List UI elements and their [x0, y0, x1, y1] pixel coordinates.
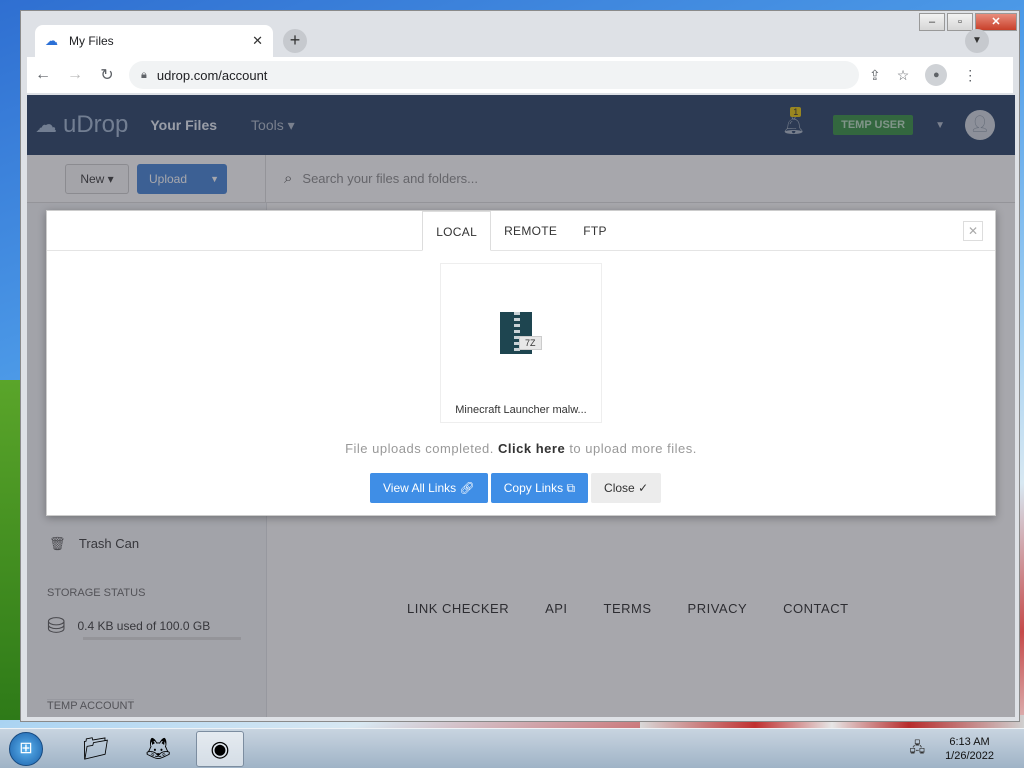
- start-button[interactable]: ⊞: [6, 729, 46, 768]
- windows-logo-icon: ⊞: [9, 731, 43, 766]
- url-text: udrop.com/account: [156, 67, 268, 83]
- browser-window: – ▫ ✕ ☁ My Files ✕ + ▼ ← → ↻ 🔒︎ udrop.co…: [20, 10, 1020, 722]
- tab-remote[interactable]: REMOTE: [491, 211, 570, 250]
- upload-more-suffix: to upload more files.: [569, 441, 697, 456]
- network-icon[interactable]: 🖧︎: [909, 737, 925, 761]
- system-tray: 🖧︎ 6:13 AM 1/26/2022: [909, 735, 994, 763]
- address-bar[interactable]: 🔒︎ udrop.com/account: [129, 61, 859, 89]
- modal-tabs: LOCAL REMOTE FTP: [47, 211, 995, 251]
- upload-more-link[interactable]: Click here: [498, 441, 565, 456]
- tab-search-button[interactable]: ▼: [965, 29, 989, 53]
- file-name: Minecraft Launcher malw...: [455, 404, 587, 416]
- checkmark-icon: ✓: [638, 481, 649, 495]
- upload-status-message: File uploads completed. Click here to up…: [47, 441, 995, 456]
- close-button-label: Close: [604, 481, 635, 495]
- bookmark-star-icon[interactable]: ☆: [897, 67, 910, 84]
- view-all-links-button[interactable]: View All Links 🔗︎: [370, 473, 488, 503]
- browser-toolbar: ← → ↻ 🔒︎ udrop.com/account ⇪ ☆ ● ⋮: [27, 57, 1013, 93]
- clock-date: 1/26/2022: [945, 749, 994, 762]
- forward-icon[interactable]: →: [59, 66, 91, 84]
- file-extension-badge: 7Z: [519, 336, 542, 350]
- lock-icon: 🔒︎: [141, 68, 147, 81]
- upload-complete-text: File uploads completed.: [345, 441, 494, 456]
- tab-my-files[interactable]: ☁ My Files ✕: [35, 25, 273, 57]
- view-all-links-label: View All Links: [383, 481, 457, 495]
- reload-icon[interactable]: ↻: [91, 65, 123, 85]
- taskbar: ⊞ 📁︎ 🦊︎ ◉ 🖧︎ 6:13 AM 1/26/2022: [0, 728, 1024, 768]
- tab-close-icon[interactable]: ✕: [252, 33, 263, 49]
- share-icon[interactable]: ⇪: [869, 67, 881, 84]
- menu-kebab-icon[interactable]: ⋮: [963, 67, 977, 84]
- copy-icon: ⧉: [566, 481, 576, 495]
- upload-modal: LOCAL REMOTE FTP ✕ 7Z Minecraft Launcher…: [46, 210, 996, 516]
- clock-time: 6:13 AM: [949, 735, 990, 748]
- new-tab-button[interactable]: +: [283, 29, 307, 53]
- profile-icon[interactable]: ●: [925, 64, 948, 86]
- back-icon[interactable]: ←: [27, 66, 59, 84]
- tab-ftp[interactable]: FTP: [570, 211, 620, 250]
- copy-links-button[interactable]: Copy Links ⧉: [490, 473, 589, 503]
- modal-actions: View All Links 🔗︎ Copy Links ⧉ Close ✓: [370, 473, 662, 503]
- web-page: ☁ uDrop Your Files Tools ▾ 🔔︎ 1 TEMP USE…: [27, 95, 1015, 717]
- uploaded-file-card[interactable]: 7Z Minecraft Launcher malw...: [440, 263, 602, 423]
- copy-links-label: Copy Links: [503, 481, 564, 495]
- chrome-icon[interactable]: ◉: [196, 730, 244, 767]
- tab-title: My Files: [69, 34, 114, 48]
- tab-strip: ☁ My Files ✕ + ▼: [27, 25, 1007, 57]
- clock[interactable]: 6:13 AM 1/26/2022: [945, 735, 994, 763]
- modal-close-icon[interactable]: ✕: [963, 221, 983, 241]
- udrop-favicon-icon: ☁: [45, 33, 58, 48]
- firefox-icon[interactable]: 🦊︎: [134, 731, 182, 767]
- close-button[interactable]: Close ✓: [591, 473, 662, 503]
- link-icon: 🔗︎: [459, 481, 475, 495]
- tab-local[interactable]: LOCAL: [422, 211, 492, 251]
- file-explorer-icon[interactable]: 📁︎: [72, 731, 120, 767]
